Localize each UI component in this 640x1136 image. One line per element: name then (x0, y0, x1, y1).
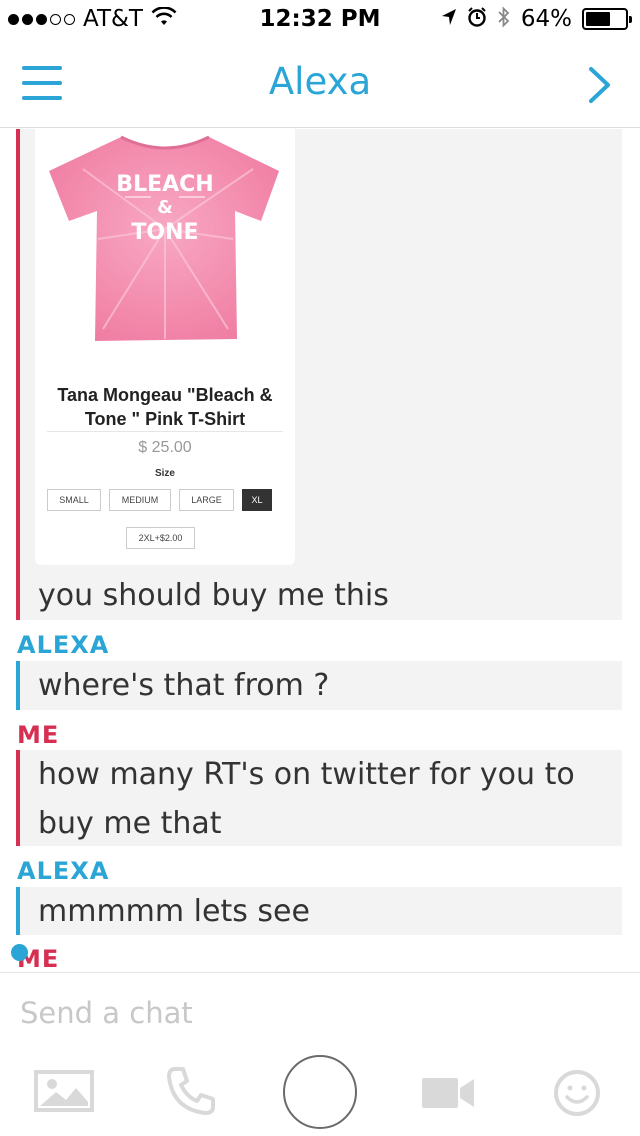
product-price: $ 25.00 (138, 439, 192, 456)
location-icon (441, 8, 457, 30)
battery-icon (582, 8, 632, 30)
video-icon[interactable] (422, 1076, 476, 1114)
shirt-text-line: BLEACH (116, 172, 213, 197)
tshirt-image: BLEACH & TONE (49, 135, 279, 341)
sender-label-alexa: ALEXA (17, 857, 110, 885)
size-option-medium[interactable]: MEDIUM (109, 489, 171, 511)
product-name: Tana Mongeau "Bleach & Tone " Pink T-Shi… (57, 385, 273, 429)
alarm-icon (467, 7, 487, 31)
chat-input[interactable] (20, 991, 620, 1035)
typing-indicator-dot (11, 944, 28, 961)
message-text-line: buy me that (38, 806, 222, 841)
bluetooth-icon (497, 6, 511, 32)
chat-title[interactable]: Alexa (0, 60, 640, 103)
size-label: Size (154, 468, 175, 479)
emoji-icon[interactable] (553, 1069, 601, 1121)
size-option-2xl[interactable]: 2XL+$2.00 (126, 527, 195, 549)
compose-bar (0, 972, 640, 1136)
shirt-text-line: & (157, 197, 173, 218)
sender-label-alexa: ALEXA (17, 631, 110, 659)
size-option-large[interactable]: LARGE (179, 489, 234, 511)
message-bubble-alexa: where's that from ? (16, 661, 622, 710)
divider (47, 431, 283, 432)
chat-thread[interactable]: you should buy me this BLEACH & TONE Tan… (0, 129, 640, 972)
message-bubble-alexa: mmmmm lets see (16, 887, 622, 935)
message-text: mmmmm lets see (38, 894, 310, 929)
chat-header: Alexa (0, 40, 640, 128)
message-text: where's that from ? (38, 668, 330, 703)
size-option-xl[interactable]: XL (242, 489, 272, 511)
capture-button[interactable] (283, 1055, 357, 1129)
chevron-right-icon[interactable] (588, 66, 612, 108)
product-card[interactable]: BLEACH & TONE Tana Mongeau "Bleach & Ton… (35, 129, 295, 565)
phone-icon[interactable] (165, 1065, 217, 1121)
gallery-icon[interactable] (34, 1070, 94, 1116)
battery-percent: 64% (520, 6, 572, 32)
message-text-line: how many RT's on twitter for you to (38, 757, 575, 792)
sender-label-me: ME (17, 721, 60, 749)
message-text: you should buy me this (38, 578, 389, 613)
shirt-text-line: TONE (131, 220, 198, 245)
message-bubble-me: how many RT's on twitter for you to buy … (16, 750, 622, 846)
size-option-small[interactable]: SMALL (47, 489, 101, 511)
status-bar: AT&T 12:32 PM 64% (0, 0, 640, 40)
